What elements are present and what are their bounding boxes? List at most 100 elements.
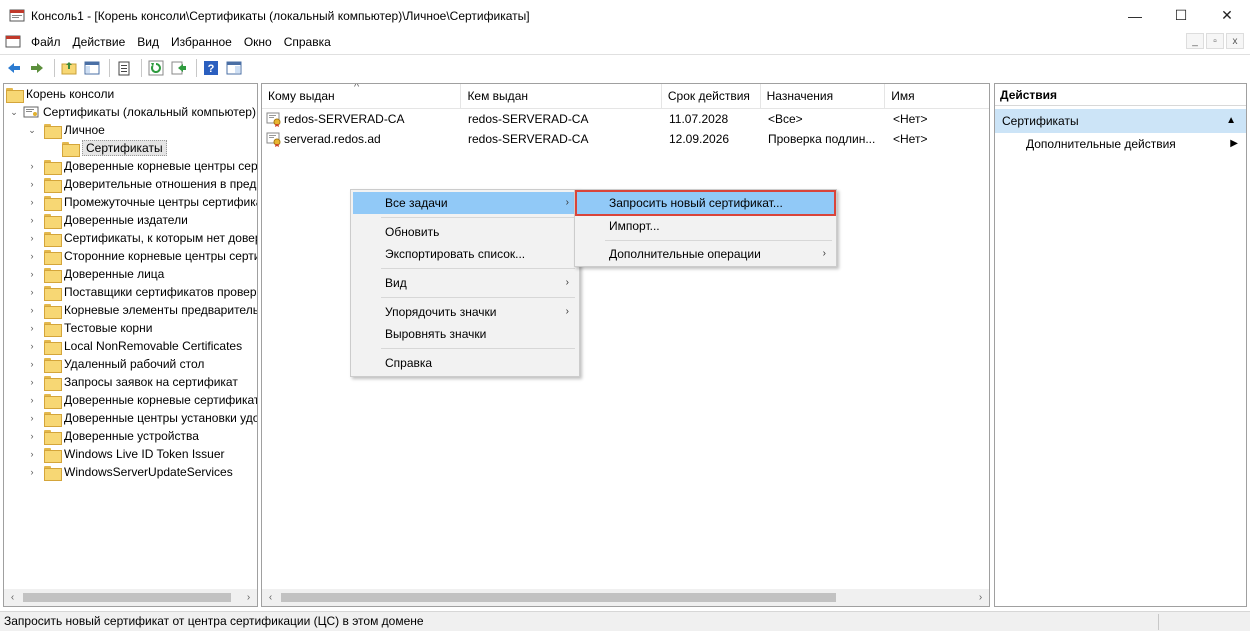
tree-node-folder[interactable]: › Тестовые корни (26, 319, 152, 337)
tree-node-folder[interactable]: › Windows Live ID Token Issuer (26, 445, 225, 463)
column-header-issued-by[interactable]: Кем выдан (461, 84, 662, 109)
menu-favorites[interactable]: Избранное (165, 31, 238, 53)
expand-chevron-icon[interactable]: › (26, 178, 38, 190)
collapse-chevron-icon[interactable]: ⌄ (8, 106, 20, 118)
menu-item-help[interactable]: Справка (353, 352, 577, 374)
collapse-up-icon[interactable]: ▲ (1226, 109, 1236, 133)
column-header-purposes[interactable]: Назначения (761, 84, 886, 109)
tree-node-folder[interactable]: › Сторонние корневые центры сертификации (26, 247, 257, 265)
export-icon[interactable] (169, 58, 189, 78)
scroll-track[interactable] (279, 589, 972, 606)
column-header-issued-to[interactable]: Кому выдан ^ (262, 84, 462, 109)
menu-item-advanced-operations[interactable]: Дополнительные операции › (577, 243, 834, 265)
cell-expiration: 12.09.2026 (669, 132, 730, 146)
tree-node-folder[interactable]: › Доверенные издатели (26, 211, 188, 229)
scroll-right-icon[interactable]: › (240, 589, 257, 606)
clipboard-icon[interactable] (114, 58, 134, 78)
expand-chevron-icon[interactable]: › (26, 286, 38, 298)
mmc-app-icon[interactable] (9, 8, 25, 24)
menu-item-export-list[interactable]: Экспортировать список... (353, 243, 577, 265)
more-actions-item[interactable]: Дополнительные действия ▶ (995, 133, 1246, 155)
tree-node-folder[interactable]: › Поставщики сертификатов проверки подлин… (26, 283, 257, 301)
tree-node-root[interactable]: Корень консоли (6, 85, 114, 103)
maximize-button[interactable]: ☐ (1158, 0, 1204, 31)
tree-horizontal-scrollbar[interactable]: ‹ › (4, 589, 257, 606)
tree-node-personal-certificates[interactable]: Сертификаты (62, 139, 167, 157)
scroll-left-icon[interactable]: ‹ (262, 589, 279, 606)
menu-item-arrange-icons[interactable]: Упорядочить значки › (353, 301, 577, 323)
tree-node-folder[interactable]: › Сертификаты, к которым нет доверия (26, 229, 257, 247)
console-tree[interactable]: Корень консоли ⌄ Сертификаты (локальный … (3, 83, 258, 607)
column-header-name[interactable]: Имя (885, 84, 989, 109)
collapse-chevron-icon[interactable]: ⌄ (26, 124, 38, 136)
tree-node-folder[interactable]: › Промежуточные центры сертификации (26, 193, 257, 211)
mdi-minimize-button[interactable]: _ (1186, 33, 1204, 49)
expand-chevron-icon[interactable]: › (26, 322, 38, 334)
expand-chevron-icon[interactable]: › (26, 160, 38, 172)
close-button[interactable]: ✕ (1204, 0, 1250, 31)
menu-item-all-tasks[interactable]: Все задачи › (353, 192, 577, 214)
folder-icon (44, 195, 62, 211)
actions-section-certificates[interactable]: Сертификаты ▲ (995, 109, 1246, 133)
menu-item-request-new-certificate[interactable]: Запросить новый сертификат... (575, 190, 836, 216)
menu-item-import[interactable]: Импорт... (577, 215, 834, 237)
folder-icon (44, 357, 62, 373)
expand-chevron-icon[interactable]: › (26, 448, 38, 460)
scroll-thumb[interactable] (23, 593, 231, 602)
tree-node-folder[interactable]: › Local NonRemovable Certificates (26, 337, 242, 355)
menu-action[interactable]: Действие (67, 31, 132, 53)
expand-chevron-icon[interactable]: › (26, 214, 38, 226)
tree-node-folder[interactable]: › Доверительные отношения в предприятии (26, 175, 257, 193)
mdi-window-icon[interactable] (5, 34, 21, 50)
mdi-restore-button[interactable]: ▫ (1206, 33, 1224, 49)
minimize-button[interactable]: — (1112, 0, 1158, 31)
menu-view[interactable]: Вид (131, 31, 165, 53)
refresh-icon[interactable] (146, 58, 166, 78)
menu-item-line-up-icons[interactable]: Выровнять значки (353, 323, 577, 345)
mdi-close-button[interactable]: x (1226, 33, 1244, 49)
menu-item-view[interactable]: Вид › (353, 272, 577, 294)
scroll-thumb[interactable] (281, 593, 836, 602)
tree-node-personal[interactable]: ⌄ Личное (26, 121, 105, 139)
expand-chevron-icon[interactable]: › (26, 196, 38, 208)
table-row[interactable]: serverad.redos.ad redos-SERVERAD-CA 12.0… (262, 129, 989, 149)
scroll-track[interactable] (21, 589, 240, 606)
expand-chevron-icon[interactable]: › (26, 232, 38, 244)
tree-node-folder[interactable]: › Корневые элементы предварительного прос… (26, 301, 257, 319)
expand-chevron-icon[interactable]: › (26, 268, 38, 280)
tree-node-folder[interactable]: › Доверенные корневые центры сертификации (26, 157, 257, 175)
expand-chevron-icon[interactable]: › (26, 466, 38, 478)
expand-chevron-icon[interactable]: › (26, 304, 38, 316)
expand-chevron-icon[interactable]: › (26, 340, 38, 352)
menu-help[interactable]: Справка (278, 31, 337, 53)
tree-node-certificates-store[interactable]: ⌄ Сертификаты (локальный компьютер) (8, 103, 256, 121)
back-arrow-icon[interactable] (4, 58, 24, 78)
expand-chevron-icon[interactable]: › (26, 412, 38, 424)
expand-chevron-icon[interactable]: › (26, 376, 38, 388)
tree-node-folder[interactable]: › Доверенные устройства (26, 427, 199, 445)
tree-node-folder[interactable]: › Удаленный рабочий стол (26, 355, 204, 373)
expand-chevron-icon[interactable]: › (26, 430, 38, 442)
folder-icon (44, 393, 62, 409)
tree-node-folder[interactable]: › Доверенные корневые сертификаты смарт-к… (26, 391, 257, 409)
expand-chevron-icon[interactable]: › (26, 358, 38, 370)
show-hide-tree-icon[interactable] (82, 58, 102, 78)
menu-window[interactable]: Окно (238, 31, 278, 53)
scroll-left-icon[interactable]: ‹ (4, 589, 21, 606)
help-icon[interactable]: ? (201, 58, 221, 78)
mmc-view-icon[interactable] (224, 58, 244, 78)
expand-chevron-icon[interactable]: › (26, 394, 38, 406)
tree-node-folder[interactable]: › WindowsServerUpdateServices (26, 463, 233, 481)
forward-arrow-icon[interactable] (27, 58, 47, 78)
tree-node-folder[interactable]: › Запросы заявок на сертификат (26, 373, 238, 391)
up-folder-icon[interactable] (59, 58, 79, 78)
menu-file[interactable]: Файл (25, 31, 67, 53)
tree-node-folder[interactable]: › Доверенные центры установки удостоверен… (26, 409, 257, 427)
list-horizontal-scrollbar[interactable]: ‹ › (262, 589, 989, 606)
scroll-right-icon[interactable]: › (972, 589, 989, 606)
tree-node-folder[interactable]: › Доверенные лица (26, 265, 164, 283)
menu-item-refresh[interactable]: Обновить (353, 221, 577, 243)
column-header-expiration[interactable]: Срок действия (662, 84, 761, 109)
expand-chevron-icon[interactable]: › (26, 250, 38, 262)
table-row[interactable]: redos-SERVERAD-CA redos-SERVERAD-CA 11.0… (262, 109, 989, 129)
